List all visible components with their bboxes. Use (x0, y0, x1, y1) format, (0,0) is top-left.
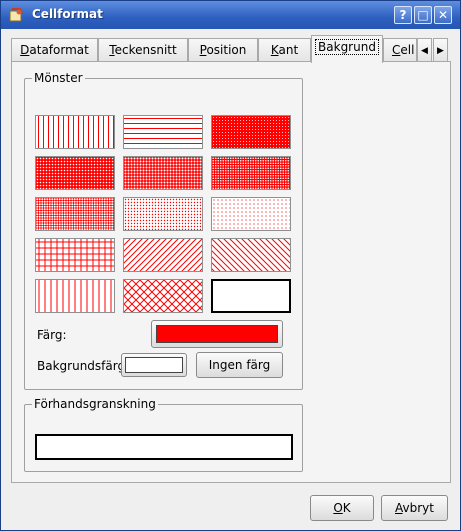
help-icon: ? (399, 8, 407, 22)
preview-box (35, 434, 293, 460)
pattern-swatch-dense-dots-50[interactable] (211, 156, 291, 190)
bg-color-label: Bakgrundsfärg: (37, 359, 130, 373)
pattern-swatch-dense-dots-60[interactable] (123, 156, 203, 190)
tab-dataformat[interactable]: Dataformat (11, 38, 98, 62)
no-color-button[interactable]: Ingen färg (196, 352, 283, 378)
tab-kant[interactable]: Kant (258, 38, 311, 62)
pattern-group: Mönster Färg: Bakgrundsfärg: Ingen färg (24, 71, 303, 390)
pattern-swatch-dense-dots-75[interactable] (35, 156, 115, 190)
preview-group: Förhandsgranskning (24, 397, 303, 472)
color-label: Färg: (37, 328, 67, 342)
cancel-button[interactable]: Avbryt (381, 495, 448, 521)
no-color-label: Ingen färg (208, 358, 271, 372)
ok-label: OK (333, 501, 351, 515)
dialog-body: Dataformat Teckensnitt Position Kant Bak… (1, 29, 460, 530)
tab-label: Cell (392, 43, 415, 57)
pattern-swatch-none[interactable] (211, 279, 291, 313)
tab-bakgrund[interactable]: Bakgrund (311, 35, 383, 63)
tab-teckensnitt[interactable]: Teckensnitt (98, 38, 188, 62)
background-tab-panel: Mönster Färg: Bakgrundsfärg: Ingen färg … (11, 61, 451, 483)
help-button[interactable]: ? (394, 6, 412, 24)
bg-color-button[interactable] (121, 353, 187, 377)
maximize-button[interactable]: □ (414, 6, 432, 24)
pattern-swatch-diagonal-down[interactable] (211, 238, 291, 272)
pattern-swatch-diagonal-up[interactable] (123, 238, 203, 272)
window-title: Cellformat (32, 7, 103, 21)
cancel-label: Avbryt (395, 501, 434, 515)
tab-cell[interactable]: Cell (383, 38, 417, 62)
maximize-icon: □ (417, 8, 429, 22)
tab-label: Dataformat (20, 43, 89, 57)
cellformat-dialog: Cellformat ? □ ✕ Dataformat Teckensnitt … (0, 0, 461, 531)
bg-color-swatch (125, 357, 183, 373)
preview-group-title: Förhandsgranskning (32, 397, 158, 411)
title-bar[interactable]: Cellformat ? □ ✕ (1, 1, 460, 29)
pattern-swatch-dots-25[interactable] (123, 197, 203, 231)
close-icon: ✕ (437, 8, 449, 22)
tab-label: Bakgrund (315, 39, 379, 55)
tab-label: Position (199, 43, 247, 57)
arrow-left-icon: ◀ (421, 46, 428, 56)
pattern-swatch-grid[interactable] (35, 238, 115, 272)
tab-label: Kant (270, 43, 299, 57)
pattern-swatch-dots-10[interactable] (211, 197, 291, 231)
pattern-color-swatch (156, 325, 278, 343)
tab-bar: Dataformat Teckensnitt Position Kant Bak… (11, 35, 451, 64)
pattern-color-button[interactable] (151, 320, 283, 348)
arrow-right-icon: ▶ (437, 46, 444, 56)
pattern-group-title: Mönster (32, 71, 85, 85)
tab-label: Teckensnitt (109, 43, 177, 57)
pattern-swatch-vertical-lines-fine[interactable] (35, 279, 115, 313)
pattern-swatch-dots-40[interactable] (35, 197, 115, 231)
ok-button[interactable]: OK (310, 495, 374, 521)
tab-position[interactable]: Position (188, 38, 258, 62)
pattern-swatch-vertical-lines[interactable] (35, 115, 115, 149)
close-button[interactable]: ✕ (434, 6, 452, 24)
pattern-swatch-dense-dots-90[interactable] (211, 115, 291, 149)
app-icon (9, 8, 23, 22)
pattern-swatch-cross-hatch[interactable] (123, 279, 203, 313)
pattern-swatch-horizontal-lines[interactable] (123, 115, 203, 149)
